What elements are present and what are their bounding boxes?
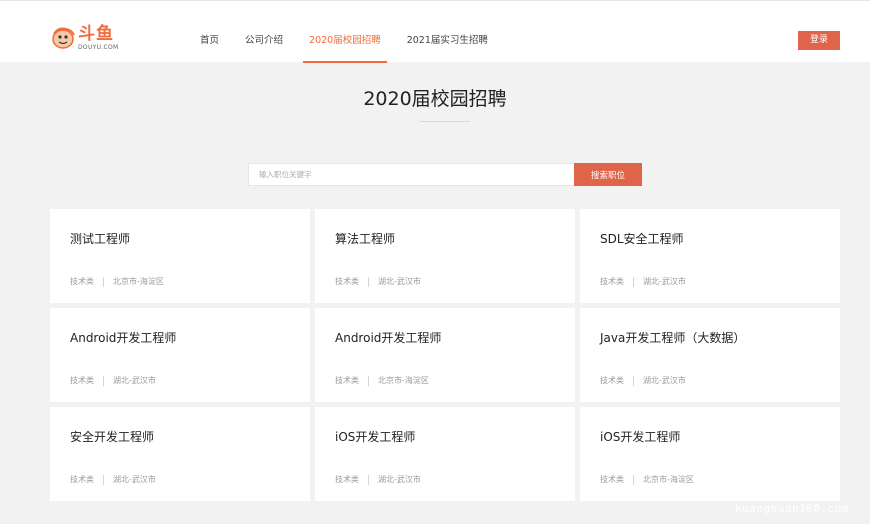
job-title: SDL安全工程师 <box>600 232 684 246</box>
job-card[interactable]: Android开发工程师 技术类 湖北-武汉市 <box>50 308 310 402</box>
job-meta: 技术类 湖北-武汉市 <box>600 276 686 287</box>
job-category: 技术类 <box>335 277 359 286</box>
job-location: 湖北-武汉市 <box>378 277 421 286</box>
job-card[interactable]: 算法工程师 技术类 湖北-武汉市 <box>315 209 575 303</box>
job-title: iOS开发工程师 <box>600 430 681 444</box>
title-divider <box>420 121 470 122</box>
job-title: 算法工程师 <box>335 232 396 246</box>
main-nav: 首页 公司介绍 2020届校园招聘 2021届实习生招聘 <box>200 1 514 63</box>
job-location: 湖北-武汉市 <box>643 376 686 385</box>
job-title: Android开发工程师 <box>335 331 442 345</box>
job-category: 技术类 <box>70 475 94 484</box>
site-header: 斗鱼 DOUYU.COM 首页 公司介绍 2020届校园招聘 2021届实习生招… <box>0 0 870 63</box>
meta-divider <box>103 276 104 287</box>
nav-home[interactable]: 首页 <box>200 1 219 63</box>
job-location: 湖北-武汉市 <box>113 376 156 385</box>
nav-intern-2021[interactable]: 2021届实习生招聘 <box>407 1 488 63</box>
job-category: 技术类 <box>600 376 624 385</box>
nav-campus-2020[interactable]: 2020届校园招聘 <box>303 1 387 63</box>
meta-divider <box>368 375 369 386</box>
logo-text-en: DOUYU.COM <box>78 43 119 51</box>
job-meta: 技术类 湖北-武汉市 <box>600 375 686 386</box>
job-meta: 技术类 湖北-武汉市 <box>70 375 156 386</box>
meta-divider <box>633 375 634 386</box>
job-card[interactable]: Java开发工程师（大数据） 技术类 湖北-武汉市 <box>580 308 840 402</box>
job-location: 北京市-海淀区 <box>378 376 429 385</box>
meta-divider <box>368 276 369 287</box>
douyu-logo[interactable]: 斗鱼 DOUYU.COM <box>50 21 132 55</box>
job-title: Android开发工程师 <box>70 331 177 345</box>
job-location: 湖北-武汉市 <box>378 475 421 484</box>
job-meta: 技术类 湖北-武汉市 <box>335 276 421 287</box>
job-category: 技术类 <box>335 475 359 484</box>
job-card[interactable]: iOS开发工程师 技术类 北京市-海淀区 <box>580 407 840 501</box>
job-search: 搜索职位 <box>248 163 642 186</box>
job-title: Java开发工程师（大数据） <box>600 331 746 345</box>
job-meta: 技术类 北京市-海淀区 <box>70 276 164 287</box>
logo-text-cn: 斗鱼 <box>78 23 114 44</box>
job-title: iOS开发工程师 <box>335 430 416 444</box>
job-card[interactable]: Android开发工程师 技术类 北京市-海淀区 <box>315 308 575 402</box>
job-title: 测试工程师 <box>70 232 131 246</box>
job-meta: 技术类 北京市-海淀区 <box>335 375 429 386</box>
meta-divider <box>103 474 104 485</box>
job-title: 安全开发工程师 <box>70 430 155 444</box>
job-meta: 技术类 北京市-海淀区 <box>600 474 694 485</box>
meta-divider <box>633 474 634 485</box>
job-location: 湖北-武汉市 <box>113 475 156 484</box>
nav-company-intro[interactable]: 公司介绍 <box>245 1 283 63</box>
job-location: 北京市-海淀区 <box>113 277 164 286</box>
fish-mascot-icon <box>52 27 75 49</box>
site-watermark: kuanghuan168.com <box>735 502 849 515</box>
job-category: 技术类 <box>335 376 359 385</box>
job-location: 湖北-武汉市 <box>643 277 686 286</box>
search-button[interactable]: 搜索职位 <box>574 163 642 186</box>
job-meta: 技术类 湖北-武汉市 <box>70 474 156 485</box>
meta-divider <box>103 375 104 386</box>
job-category: 技术类 <box>70 277 94 286</box>
job-list: 测试工程师 技术类 北京市-海淀区 算法工程师 技术类 湖北-武汉市 SDL安全… <box>50 209 840 501</box>
page-title: 2020届校园招聘 <box>363 88 507 110</box>
job-card[interactable]: 安全开发工程师 技术类 湖北-武汉市 <box>50 407 310 501</box>
meta-divider <box>368 474 369 485</box>
job-category: 技术类 <box>70 376 94 385</box>
job-category: 技术类 <box>600 475 624 484</box>
meta-divider <box>633 276 634 287</box>
job-location: 北京市-海淀区 <box>643 475 694 484</box>
job-meta: 技术类 湖北-武汉市 <box>335 474 421 485</box>
job-category: 技术类 <box>600 277 624 286</box>
job-card[interactable]: iOS开发工程师 技术类 湖北-武汉市 <box>315 407 575 501</box>
login-button[interactable]: 登录 <box>798 31 840 50</box>
job-card[interactable]: SDL安全工程师 技术类 湖北-武汉市 <box>580 209 840 303</box>
job-card[interactable]: 测试工程师 技术类 北京市-海淀区 <box>50 209 310 303</box>
search-input[interactable] <box>248 163 574 186</box>
